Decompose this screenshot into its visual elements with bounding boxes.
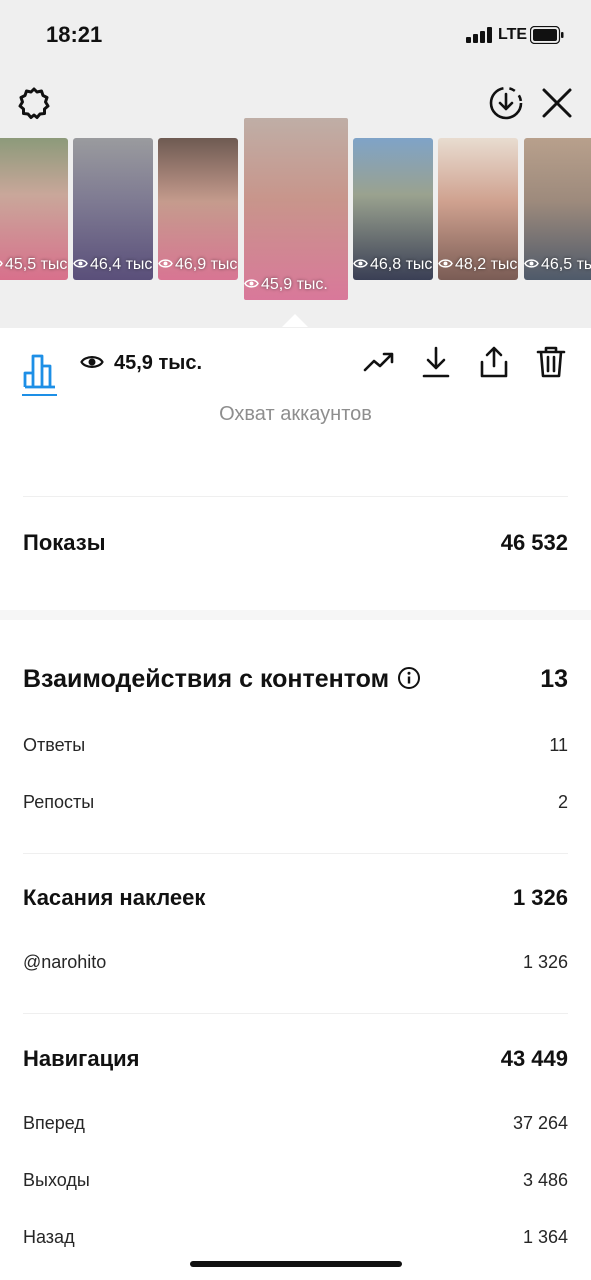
forward-label: Вперед [23, 1112, 85, 1133]
story-thumbnail-selected[interactable]: 45,9 тыс. [244, 118, 348, 300]
thumbnail-views: 46,5 тыс [524, 256, 591, 274]
status-bar: 18:21 LTE [0, 0, 591, 70]
reposts-value: 2 [557, 791, 568, 812]
reposts-label: Репосты [23, 791, 95, 812]
eye-icon [73, 259, 88, 268]
eye-icon [158, 259, 173, 268]
reposts-row: Репосты 2 [23, 788, 568, 816]
interactions-label: Взаимодействия с контентом [23, 664, 390, 693]
exits-value: 3 486 [522, 1169, 568, 1190]
status-time: 18:21 [46, 22, 103, 47]
story-thumbnail[interactable]: 46,9 тыс [158, 138, 238, 280]
eye-icon [438, 259, 453, 268]
share-icon[interactable] [477, 345, 511, 379]
story-thumbnail[interactable]: 46,4 тыс [73, 138, 153, 280]
navigation-value: 43 449 [500, 1046, 568, 1071]
impressions-label: Показы [23, 530, 106, 555]
close-icon[interactable] [537, 83, 577, 123]
views-count: 45,9 тыс. [114, 352, 203, 374]
impressions-value: 46 532 [500, 530, 568, 555]
section-separator [0, 610, 591, 620]
insights-toolbar: 45,9 тыс. [0, 328, 591, 398]
battery-icon [530, 26, 564, 44]
divider [23, 1013, 568, 1014]
eye-icon [244, 279, 259, 288]
navigation-row: Навигация 43 449 [23, 1042, 568, 1076]
thumbnail-views: 46,9 тыс [158, 256, 237, 274]
mention-sticker-value: 1 326 [522, 951, 568, 972]
eye-icon [80, 356, 104, 368]
story-thumbnail[interactable]: 45,5 тыс [0, 138, 68, 280]
thumbnail-views: 46,8 тыс [353, 256, 432, 274]
story-thumbnail[interactable]: 46,8 тыс [353, 138, 433, 280]
story-thumbnail-strip[interactable]: 45,5 тыс 46,4 тыс 46,9 тыс 45,9 тыс. 46,… [0, 118, 591, 328]
story-thumbnail[interactable]: 46,5 тыс [524, 138, 591, 280]
download-circle-icon[interactable] [486, 83, 526, 123]
sticker-taps-label: Касания наклеек [23, 885, 206, 910]
thumbnail-views: 48,2 тыс [438, 256, 517, 274]
back-label: Назад [23, 1226, 75, 1247]
trash-icon[interactable] [534, 345, 568, 379]
replies-row: Ответы 11 [23, 731, 568, 759]
network-type: LTE [498, 26, 528, 43]
forward-value: 37 264 [512, 1112, 568, 1133]
eye-icon [353, 259, 368, 268]
exits-row: Выходы 3 486 [23, 1166, 568, 1194]
exits-label: Выходы [23, 1169, 90, 1190]
mention-sticker-label: @narohito [23, 951, 107, 972]
story-thumbnail[interactable]: 48,2 тыс [438, 138, 518, 280]
gear-icon[interactable] [14, 83, 54, 123]
mention-sticker-row: @narohito 1 326 [23, 948, 568, 976]
download-icon[interactable] [419, 345, 453, 379]
impressions-row: Показы 46 532 [23, 526, 568, 560]
back-value: 1 364 [522, 1226, 568, 1247]
home-indicator[interactable] [190, 1261, 402, 1267]
info-icon[interactable] [397, 666, 421, 690]
selection-pointer [282, 314, 308, 327]
interactions-value: 13 [540, 664, 568, 693]
replies-label: Ответы [23, 734, 86, 755]
interactions-heading: Взаимодействия с контентом [23, 665, 421, 694]
replies-value: 11 [549, 734, 568, 755]
thumbnail-views: 45,9 тыс. [244, 276, 328, 294]
forward-row: Вперед 37 264 [23, 1109, 568, 1137]
divider [23, 853, 568, 854]
sticker-taps-row: Касания наклеек 1 326 [23, 881, 568, 915]
insights-sheet: 45,9 тыс. Охват аккаунтов Показы 46 532 … [0, 328, 591, 1280]
reach-label: Охват аккаунтов [219, 403, 372, 425]
trend-icon[interactable] [362, 345, 396, 379]
back-row: Назад 1 364 [23, 1223, 568, 1251]
bar-chart-icon[interactable] [22, 346, 58, 396]
thumbnail-views: 45,5 тыс [0, 256, 67, 274]
sticker-taps-value: 1 326 [512, 885, 568, 910]
interactions-row: Взаимодействия с контентом 13 [23, 659, 568, 699]
eye-icon [524, 259, 539, 268]
navigation-label: Навигация [23, 1046, 140, 1071]
tab-underline [22, 394, 57, 396]
divider [23, 496, 568, 497]
signal-icon [466, 27, 492, 43]
eye-icon [0, 260, 3, 267]
thumbnail-views: 46,4 тыс [73, 256, 152, 274]
